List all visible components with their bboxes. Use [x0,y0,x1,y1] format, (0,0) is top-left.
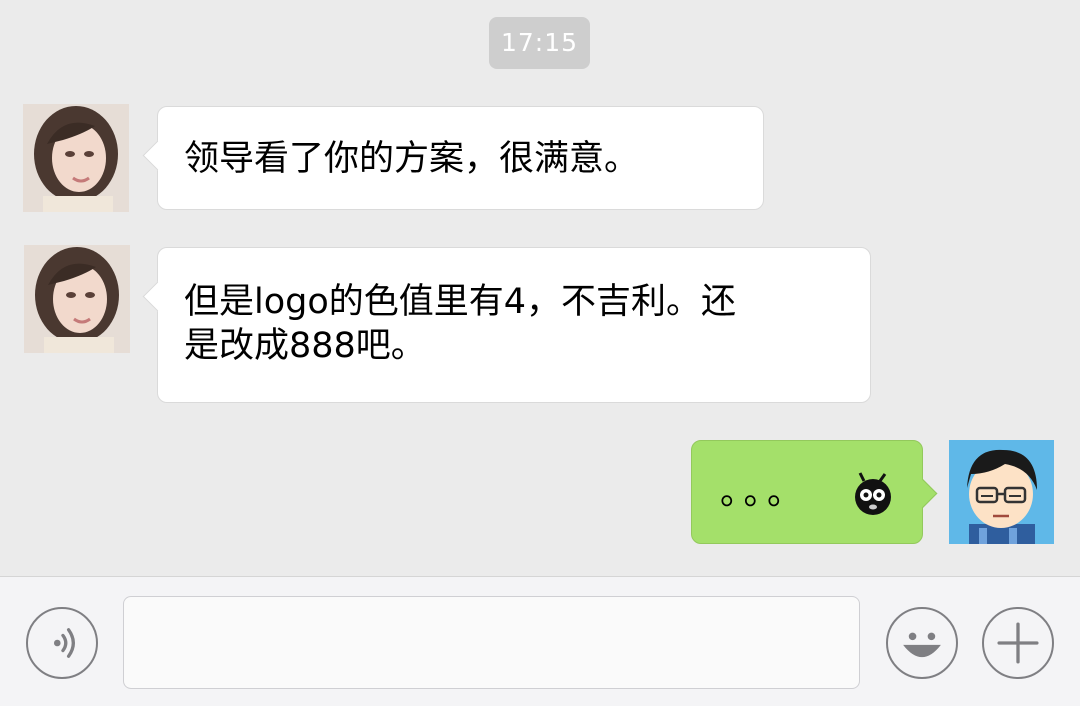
voice-button[interactable] [26,607,98,679]
female-avatar-photo [23,104,129,212]
smiley-icon [903,632,941,658]
more-button[interactable] [982,607,1054,679]
message-text: 。。。 [720,473,809,513]
message-text-line: 是改成888吧。 [184,326,426,366]
message-input[interactable] [123,596,860,689]
message-bubble-incoming[interactable]: 领导看了你的方案，很满意。 [157,106,764,210]
female-avatar-photo [24,245,130,353]
avatar-self[interactable] [949,440,1054,544]
emoji-button[interactable] [886,607,958,679]
chat-area: 17:15 领导看了你的方案，很满意。 但是logo的色值里有4，不吉利。还 是… [0,0,1080,576]
cartoon-man-avatar [949,440,1054,544]
avatar-sender[interactable] [23,104,129,212]
message-bubble-outgoing[interactable]: 。。。 [691,440,923,544]
voice-icon [53,628,75,658]
message-bubble-incoming[interactable]: 但是logo的色值里有4，不吉利。还 是改成888吧。 [157,247,871,403]
input-bar [0,576,1080,706]
plus-icon [997,622,1039,664]
message-text-line: 但是logo的色值里有4，不吉利。还 [184,282,737,322]
dizzy-black-bug-emoji [855,472,891,515]
avatar-sender[interactable] [24,245,130,353]
message-text: 领导看了你的方案，很满意。 [184,139,640,179]
timestamp: 17:15 [489,17,590,69]
